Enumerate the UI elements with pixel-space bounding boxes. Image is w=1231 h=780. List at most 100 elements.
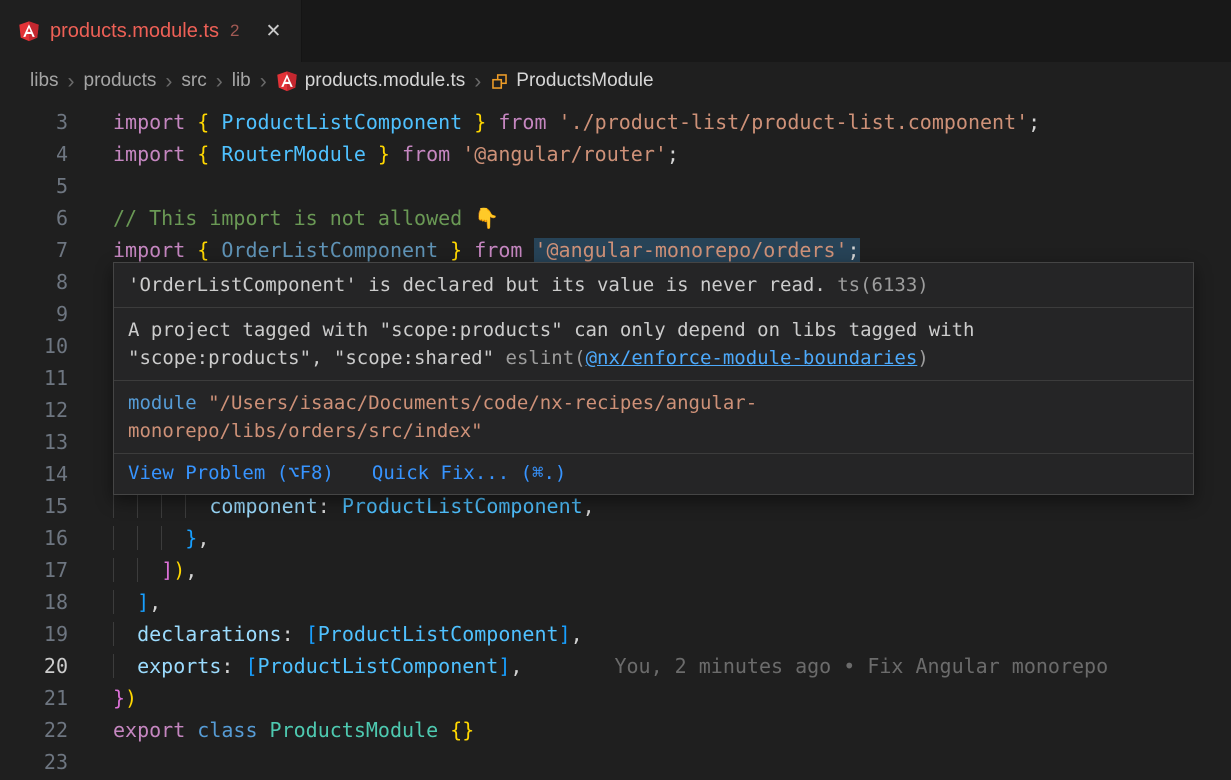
line-number[interactable]: 10 bbox=[0, 330, 68, 362]
line-number[interactable]: 23 bbox=[0, 746, 68, 778]
hover-text: 'OrderListComponent' is declared but its… bbox=[128, 274, 826, 296]
breadcrumb-item-lib[interactable]: lib bbox=[232, 70, 251, 92]
breadcrumb-item-productsmodule[interactable]: ProductsModule bbox=[490, 70, 653, 92]
indent-guide bbox=[113, 558, 137, 582]
line-number[interactable]: 14 bbox=[0, 458, 68, 490]
hover-tooltip: 'OrderListComponent' is declared but its… bbox=[113, 262, 1194, 495]
indent-guide bbox=[113, 622, 137, 646]
breadcrumb-item-src[interactable]: src bbox=[181, 70, 206, 92]
line-number[interactable]: 7 bbox=[0, 234, 68, 266]
code-token: RouterModule bbox=[209, 142, 378, 166]
breadcrumb-item-products-module-ts[interactable]: products.module.ts bbox=[276, 70, 466, 92]
hover-text: "/Users/isaac/Documents/code/nx-recipes/… bbox=[208, 392, 757, 414]
quick-fix-action[interactable]: Quick Fix... (⌘.) bbox=[372, 459, 566, 487]
code-token: export bbox=[113, 718, 197, 742]
code-token: ProductListComponent bbox=[258, 654, 499, 678]
angular-icon bbox=[276, 70, 298, 92]
line-number[interactable]: 22 bbox=[0, 714, 68, 746]
line-number[interactable]: 11 bbox=[0, 362, 68, 394]
code-text: import { RouterModule } from '@angular/r… bbox=[68, 138, 679, 170]
code-token: } bbox=[474, 110, 486, 134]
code-token: './product-list/product-list.component' bbox=[559, 110, 1029, 134]
hover-text: ts(6133) bbox=[826, 274, 929, 296]
code-line[interactable]: 20 exports: [ProductListComponent],You, … bbox=[0, 650, 1231, 682]
code-line[interactable]: 4import { RouterModule } from '@angular/… bbox=[0, 138, 1231, 170]
hover-text: eslint( bbox=[506, 347, 586, 369]
chevron-right-icon: › bbox=[474, 71, 481, 92]
code-token: { bbox=[197, 238, 209, 262]
code-token: '@angular/router' bbox=[462, 142, 667, 166]
line-number[interactable]: 16 bbox=[0, 522, 68, 554]
code-text bbox=[68, 170, 113, 202]
indent-guide bbox=[137, 494, 161, 518]
breadcrumb-label: ProductsModule bbox=[516, 70, 653, 92]
line-number[interactable]: 12 bbox=[0, 394, 68, 426]
line-number[interactable]: 8 bbox=[0, 266, 68, 298]
code-line[interactable]: 16 }, bbox=[0, 522, 1231, 554]
indent-guide bbox=[113, 494, 137, 518]
line-number[interactable]: 5 bbox=[0, 170, 68, 202]
hover-text: "scope:products", "scope:shared" bbox=[128, 347, 506, 369]
line-number[interactable]: 13 bbox=[0, 426, 68, 458]
line-number[interactable]: 15 bbox=[0, 490, 68, 522]
breadcrumb-item-products[interactable]: products bbox=[84, 70, 157, 92]
code-line[interactable]: 23 bbox=[0, 746, 1231, 778]
code-text: }, bbox=[68, 522, 209, 554]
code-token: { bbox=[197, 110, 209, 134]
code-token: , bbox=[583, 494, 595, 518]
code-token: ) bbox=[125, 686, 137, 710]
code-line[interactable]: 22export class ProductsModule {} bbox=[0, 714, 1231, 746]
code-text bbox=[68, 426, 113, 458]
code-token: ; bbox=[1028, 110, 1040, 134]
code-token: } bbox=[113, 686, 125, 710]
code-token: : bbox=[282, 622, 306, 646]
line-number[interactable]: 18 bbox=[0, 586, 68, 618]
code-line[interactable]: 21}) bbox=[0, 682, 1231, 714]
indent-guide bbox=[113, 526, 137, 550]
code-text bbox=[68, 362, 113, 394]
indent-guide bbox=[137, 558, 161, 582]
hover-text: A project tagged with "scope:products" c… bbox=[128, 319, 974, 341]
code-token: from bbox=[390, 142, 462, 166]
code-token: , bbox=[185, 558, 197, 582]
code-token: ; bbox=[848, 238, 860, 262]
code-token: ProductsModule bbox=[270, 718, 451, 742]
line-number[interactable]: 6 bbox=[0, 202, 68, 234]
code-text: ], bbox=[68, 586, 161, 618]
line-number[interactable]: 17 bbox=[0, 554, 68, 586]
hover-text: module bbox=[128, 392, 208, 414]
blame-annotation: You, 2 minutes ago • Fix Angular monorep… bbox=[614, 654, 1108, 678]
code-token: { bbox=[197, 142, 209, 166]
line-number[interactable]: 20 bbox=[0, 650, 68, 682]
code-token: import bbox=[113, 238, 197, 262]
tab-products-module[interactable]: products.module.ts 2 ✕ bbox=[0, 0, 302, 62]
line-number[interactable]: 19 bbox=[0, 618, 68, 650]
close-icon[interactable]: ✕ bbox=[265, 20, 281, 43]
code-token: : bbox=[318, 494, 342, 518]
line-number[interactable]: 9 bbox=[0, 298, 68, 330]
code-text bbox=[68, 298, 113, 330]
view-problem-action[interactable]: View Problem (⌥F8) bbox=[128, 459, 334, 487]
code-line[interactable]: 3import { ProductListComponent } from '.… bbox=[0, 106, 1231, 138]
code-line[interactable]: 17 ]), bbox=[0, 554, 1231, 586]
hover-rule-link[interactable]: @nx/enforce-module-boundaries bbox=[586, 347, 918, 369]
line-number[interactable]: 21 bbox=[0, 682, 68, 714]
code-text: // This import is not allowed 👇 bbox=[68, 202, 499, 234]
code-token: // This import is not allowed bbox=[113, 206, 474, 230]
code-token: from bbox=[462, 238, 534, 262]
code-line[interactable]: 19 declarations: [ProductListComponent], bbox=[0, 618, 1231, 650]
breadcrumb-label: products.module.ts bbox=[305, 70, 466, 92]
code-token: } bbox=[378, 142, 390, 166]
chevron-right-icon: › bbox=[165, 71, 172, 92]
code-line[interactable]: 5 bbox=[0, 170, 1231, 202]
line-number[interactable]: 4 bbox=[0, 138, 68, 170]
code-token: , bbox=[149, 590, 161, 614]
chevron-right-icon: › bbox=[260, 71, 267, 92]
breadcrumb-item-libs[interactable]: libs bbox=[30, 70, 59, 92]
code-line[interactable]: 6// This import is not allowed 👇 bbox=[0, 202, 1231, 234]
line-number[interactable]: 3 bbox=[0, 106, 68, 138]
indent-guide bbox=[113, 590, 137, 614]
hover-actions: View Problem (⌥F8) Quick Fix... (⌘.) bbox=[114, 454, 1193, 494]
indent-guide bbox=[161, 494, 185, 518]
code-line[interactable]: 18 ], bbox=[0, 586, 1231, 618]
